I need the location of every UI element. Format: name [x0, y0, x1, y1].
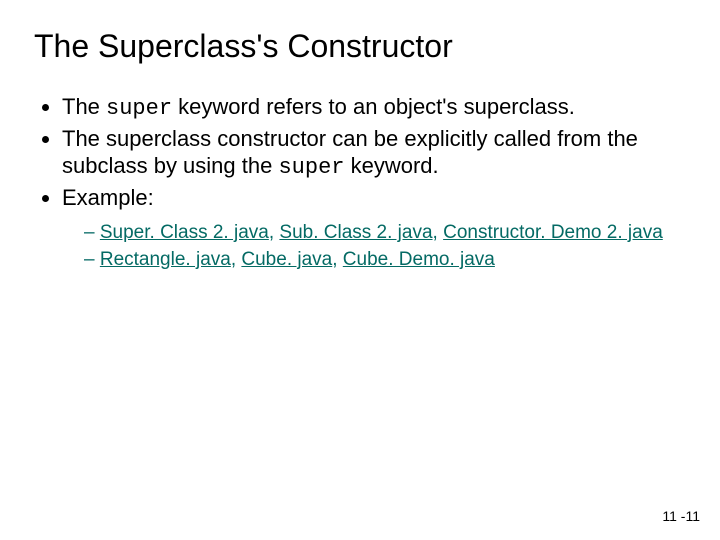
- separator: ,: [332, 249, 343, 270]
- bullet-item-2: The superclass constructor can be explic…: [62, 125, 686, 182]
- slide: The Superclass's Constructor The super k…: [0, 0, 720, 540]
- bullet-list: The super keyword refers to an object's …: [34, 93, 686, 272]
- keyword-super: super: [106, 96, 172, 121]
- link-superclass2[interactable]: Super. Class 2. java: [100, 222, 269, 243]
- text: keyword.: [344, 153, 438, 178]
- text: keyword refers to an object's superclass…: [172, 94, 575, 119]
- text: The: [62, 94, 106, 119]
- bullet-item-3: Example: Super. Class 2. java, Sub. Clas…: [62, 184, 686, 273]
- separator: ,: [269, 222, 280, 243]
- link-rectangle[interactable]: Rectangle. java: [100, 249, 231, 270]
- separator: ,: [231, 249, 242, 270]
- link-cube[interactable]: Cube. java: [241, 249, 332, 270]
- link-cubedemo[interactable]: Cube. Demo. java: [343, 249, 495, 270]
- sub-list: Super. Class 2. java, Sub. Class 2. java…: [62, 221, 686, 272]
- sub-item-2: Rectangle. java, Cube. java, Cube. Demo.…: [84, 248, 686, 273]
- keyword-super: super: [278, 155, 344, 180]
- bullet-item-1: The super keyword refers to an object's …: [62, 93, 686, 123]
- page-number: 11 -11: [662, 508, 700, 524]
- sub-item-1: Super. Class 2. java, Sub. Class 2. java…: [84, 221, 686, 246]
- text: Example:: [62, 185, 154, 210]
- link-constructordemo2[interactable]: Constructor. Demo 2. java: [443, 222, 663, 243]
- separator: ,: [433, 222, 444, 243]
- slide-title: The Superclass's Constructor: [34, 28, 686, 65]
- link-subclass2[interactable]: Sub. Class 2. java: [279, 222, 432, 243]
